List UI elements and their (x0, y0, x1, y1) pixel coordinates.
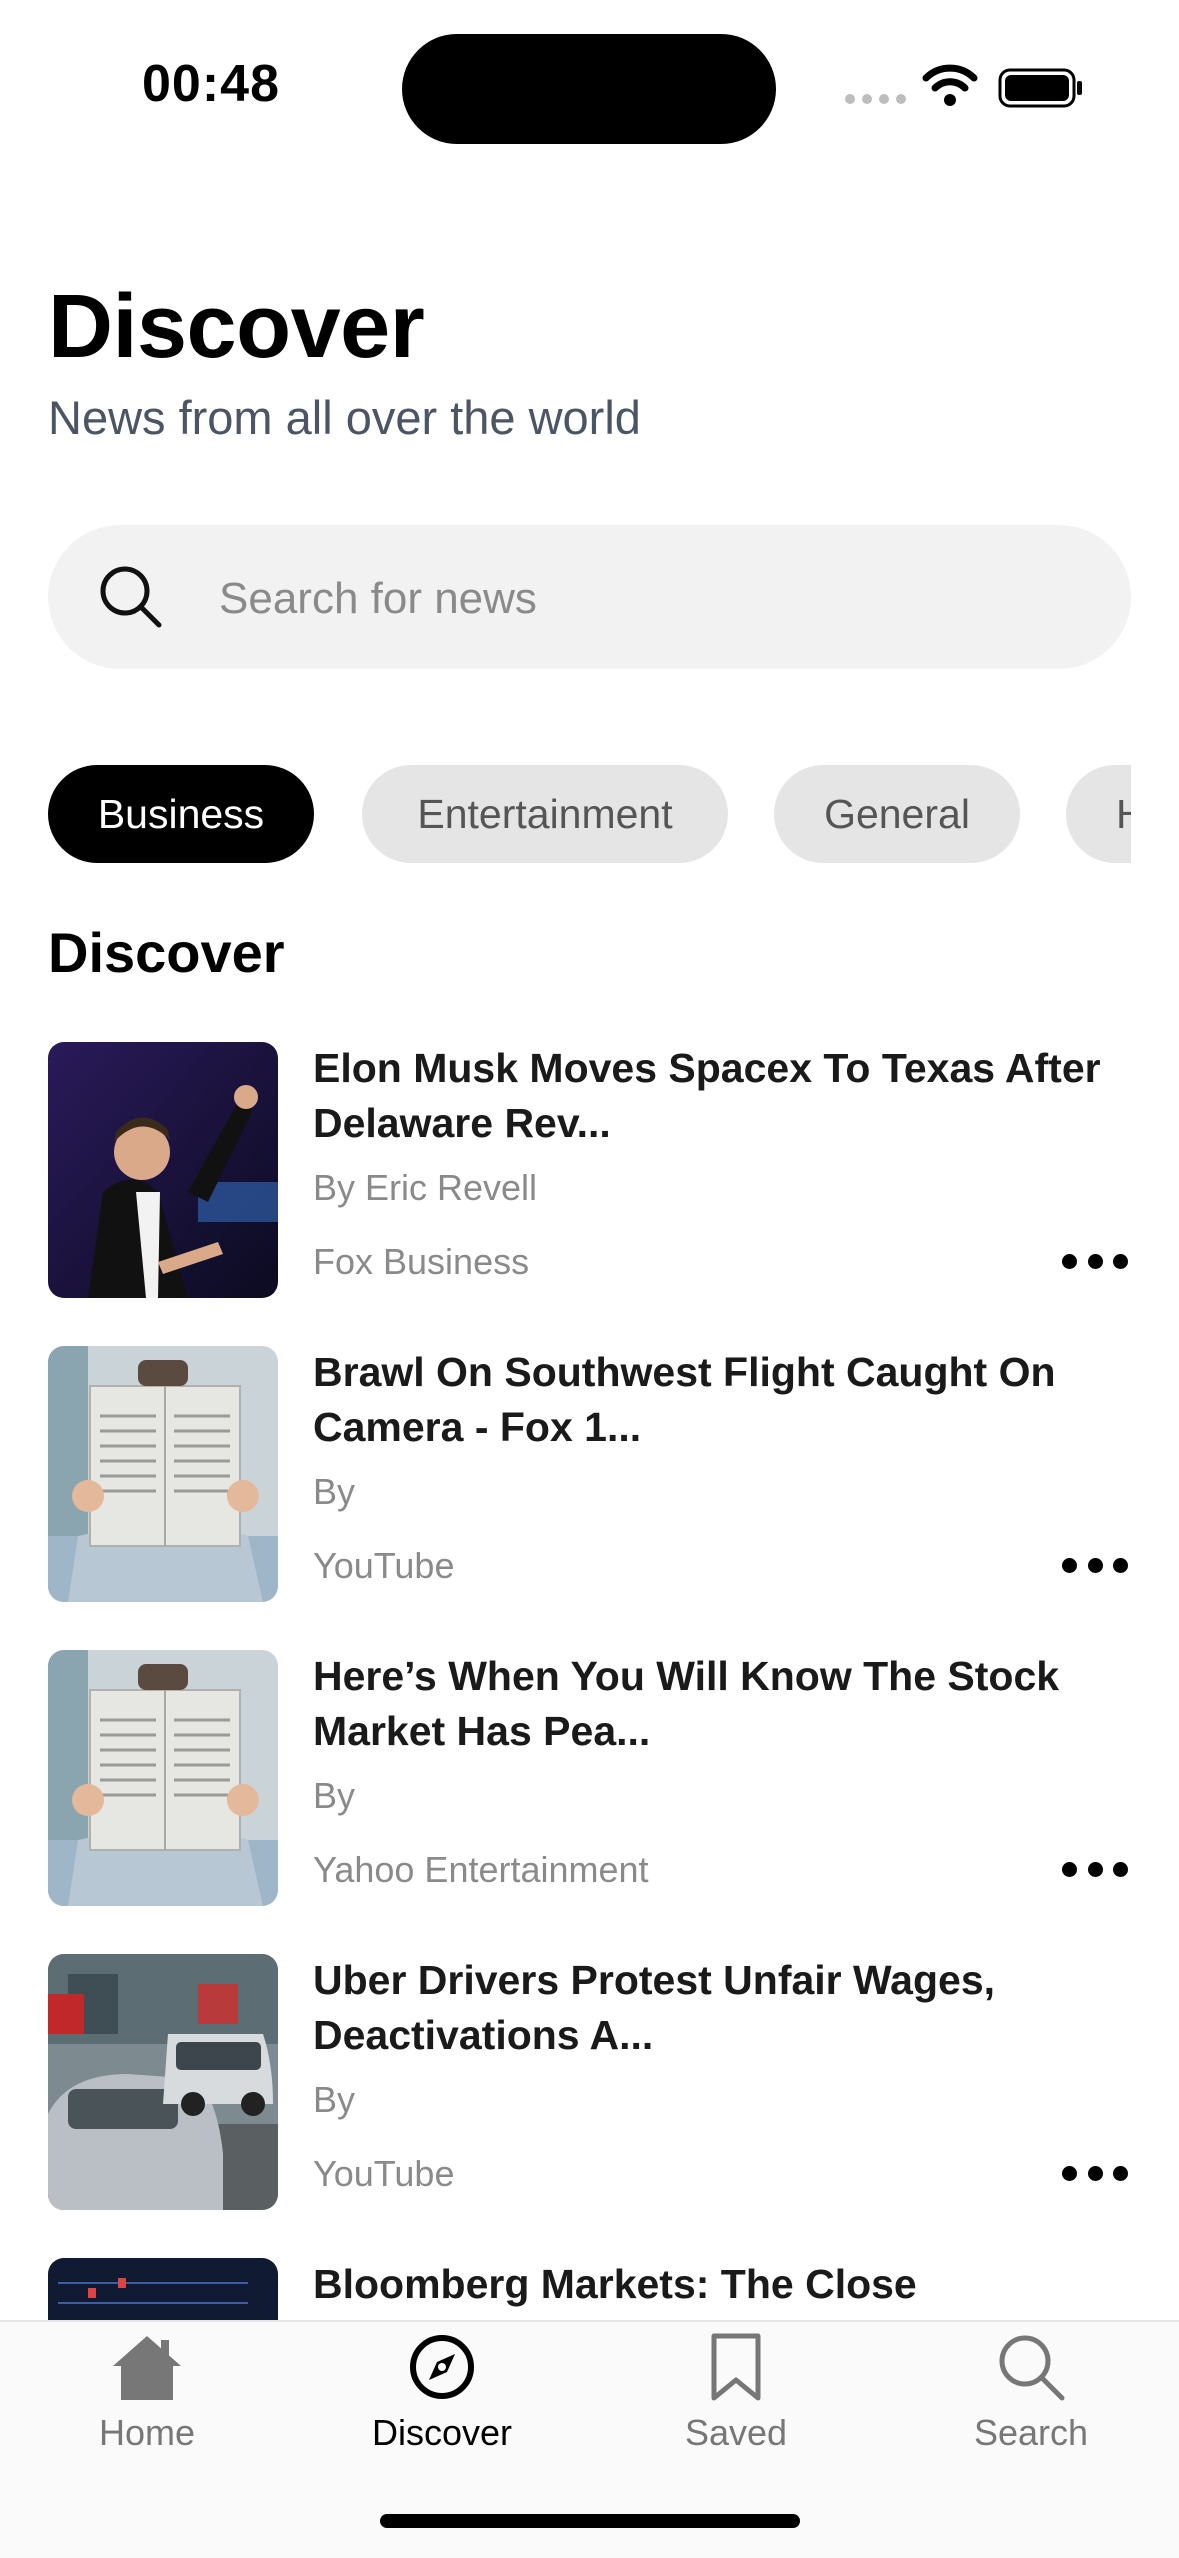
article-title[interactable]: Bloomberg Markets: The Close (313, 2257, 1143, 2312)
more-options-icon[interactable] (1062, 1859, 1128, 1879)
tab-saved[interactable]: Saved (636, 2332, 836, 2454)
tab-search[interactable]: Search (931, 2332, 1131, 2454)
article-thumbnail (48, 1042, 278, 1298)
article-author: By Eric Revell (313, 1167, 538, 1208)
tab-label: Search (973, 2412, 1089, 2453)
article-title[interactable]: Elon Musk Moves Spacex To Texas After De… (313, 1041, 1143, 1151)
house-icon (113, 2336, 181, 2400)
bookmark-icon (711, 2333, 761, 2401)
status-time: 00:48 (142, 55, 280, 113)
magnifier-icon (999, 2335, 1065, 2401)
search-input[interactable] (217, 566, 1081, 632)
home-indicator (380, 2514, 800, 2528)
article-author: By (313, 1775, 356, 1816)
page-subtitle: News from all over the world (48, 391, 641, 444)
article-source: YouTube (313, 2153, 455, 2194)
article-source: Yahoo Entertainment (313, 1849, 649, 1890)
section-title: Discover (48, 921, 285, 984)
search-icon (100, 566, 162, 628)
tab-home[interactable]: Home (47, 2332, 247, 2454)
article-thumbnail (48, 1954, 278, 2210)
tab-discover[interactable]: Discover (342, 2332, 542, 2454)
chip-entertainment[interactable]: Entertainment (362, 765, 728, 863)
tab-label: Discover (371, 2412, 513, 2453)
compass-icon (410, 2335, 474, 2399)
more-options-icon[interactable] (1062, 1555, 1128, 1575)
more-options-icon[interactable] (1062, 2163, 1128, 2183)
article-author: By (313, 1471, 356, 1512)
article-author: By (313, 2079, 356, 2120)
dynamic-island (402, 34, 776, 144)
category-chips: Business Entertainment General H (48, 765, 1131, 863)
cellular-signal-icon (845, 94, 906, 104)
article-source: YouTube (313, 1545, 455, 1586)
battery-icon (998, 68, 1082, 108)
article-thumbnail (48, 1650, 278, 1906)
chip-partial[interactable]: H (1066, 765, 1131, 863)
wifi-icon (922, 64, 978, 106)
more-options-icon[interactable] (1062, 1251, 1128, 1271)
article-source: Fox Business (313, 1241, 530, 1282)
article-thumbnail (48, 1346, 278, 1602)
article-title[interactable]: Here’s When You Will Know The Stock Mark… (313, 1649, 1143, 1759)
chip-business[interactable]: Business (48, 765, 314, 863)
tab-label: Saved (684, 2412, 788, 2453)
chip-general[interactable]: General (774, 765, 1020, 863)
article-title[interactable]: Brawl On Southwest Flight Caught On Came… (313, 1345, 1143, 1455)
article-title[interactable]: Uber Drivers Protest Unfair Wages, Deact… (313, 1953, 1143, 2063)
tab-label: Home (98, 2412, 196, 2453)
page-title: Discover (48, 277, 425, 377)
